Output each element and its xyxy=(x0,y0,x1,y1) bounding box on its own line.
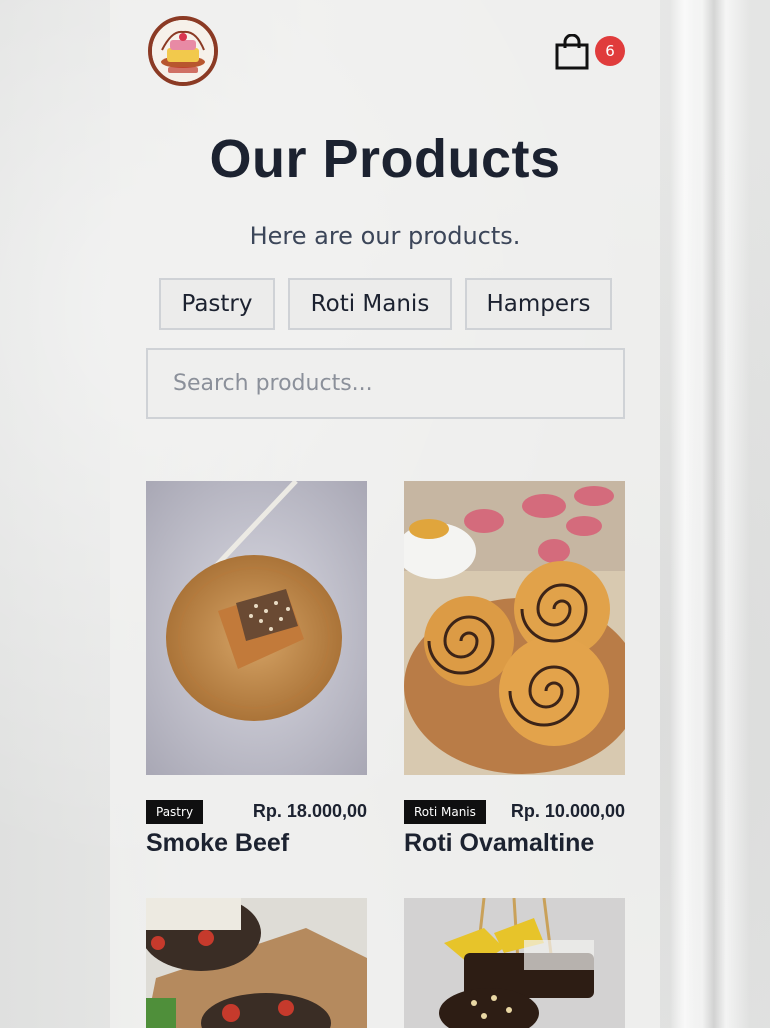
cart-count-badge: 6 xyxy=(595,36,625,66)
search-input[interactable]: Search products... xyxy=(146,348,625,419)
page-container: 6 Our Products Here are our products. Pa… xyxy=(110,0,660,1028)
product-card[interactable] xyxy=(404,898,625,1028)
cake-logo-icon xyxy=(152,20,214,82)
page-title: Our Products xyxy=(209,129,561,189)
product-price: Rp. 18.000,00 xyxy=(252,801,367,821)
background-streak-2 xyxy=(670,0,700,1028)
product-image-hampers[interactable] xyxy=(146,898,367,1028)
filter-pastry-button[interactable]: Pastry xyxy=(159,278,275,330)
product-image-roti-ovamaltine[interactable] xyxy=(404,481,625,775)
product-name[interactable]: Smoke Beef xyxy=(146,829,289,858)
cart-button[interactable]: 6 xyxy=(555,34,625,74)
product-card[interactable]: Roti Manis Rp. 10.000,00 Roti Ovamaltine xyxy=(404,481,625,861)
filter-hampers-button[interactable]: Hampers xyxy=(465,278,612,330)
product-name[interactable]: Roti Ovamaltine xyxy=(404,829,594,858)
product-category-tag[interactable]: Roti Manis xyxy=(404,800,486,824)
shopping-bag-icon xyxy=(555,34,589,70)
product-image-smoke-beef[interactable] xyxy=(146,481,367,775)
page-subtitle: Here are our products. xyxy=(249,222,521,250)
product-image-chocolate[interactable] xyxy=(404,898,625,1028)
product-price: Rp. 10.000,00 xyxy=(510,801,625,821)
product-card[interactable] xyxy=(146,898,367,1028)
filter-roti-manis-button[interactable]: Roti Manis xyxy=(288,278,452,330)
logo[interactable] xyxy=(148,16,218,86)
header: 6 xyxy=(148,16,625,86)
product-category-tag[interactable]: Pastry xyxy=(146,800,204,824)
category-filters: Pastry Roti Manis Hampers xyxy=(159,278,619,330)
product-card[interactable]: Pastry Rp. 18.000,00 Smoke Beef xyxy=(146,481,367,861)
